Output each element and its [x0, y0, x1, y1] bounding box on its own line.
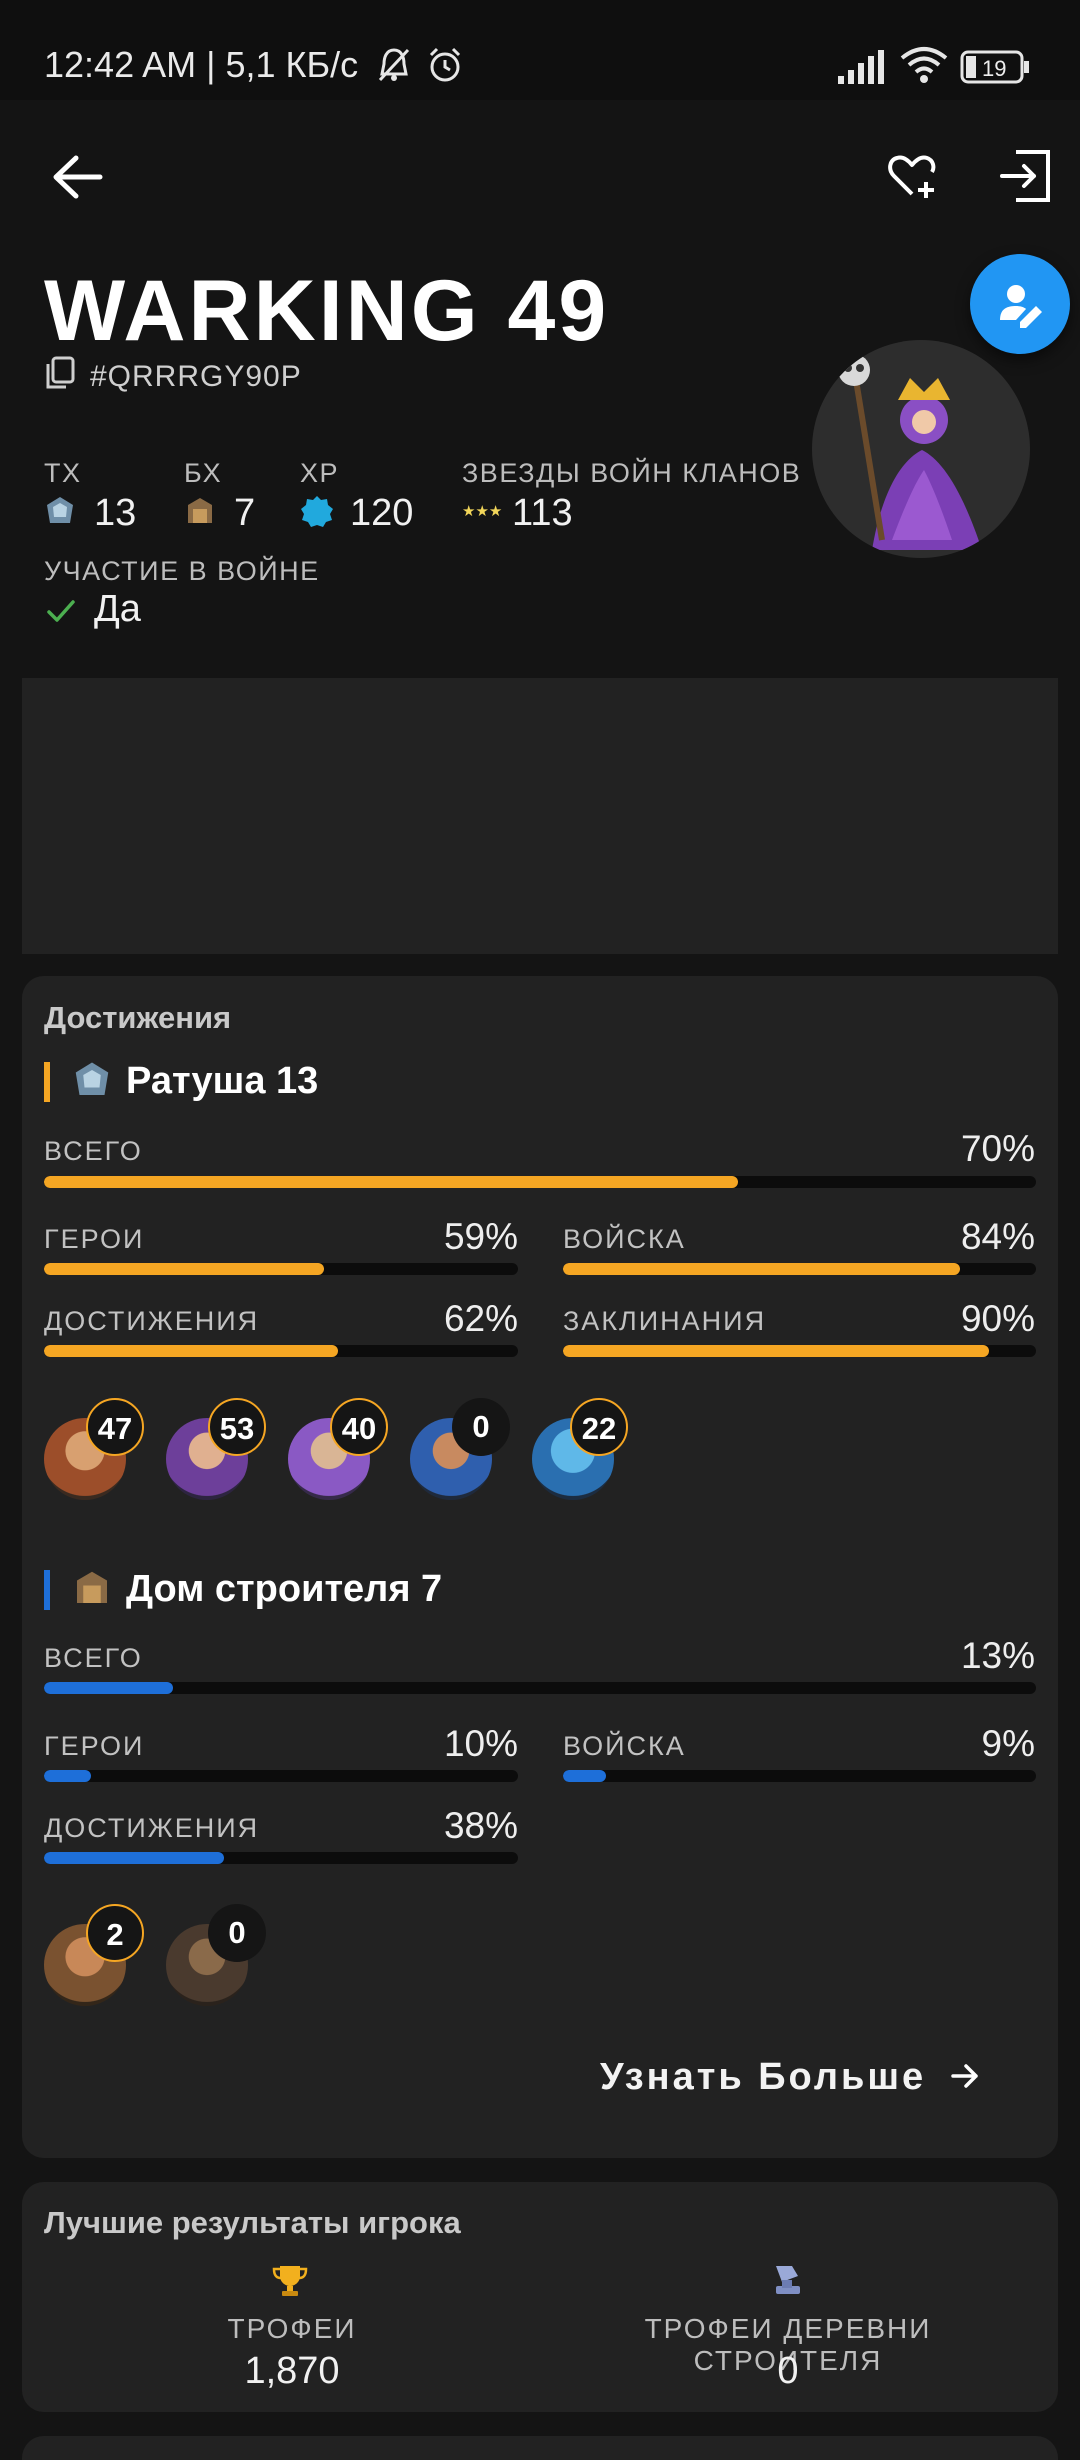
back-arrow-icon[interactable]	[50, 150, 104, 209]
edit-profile-button[interactable]	[970, 254, 1070, 354]
builder-total-percent: 13%	[960, 1635, 1035, 1676]
status-bar: 12:42 AM | 5,1 КБ/с 19	[0, 0, 1080, 100]
player-tag: #QRRRGY90P	[90, 360, 302, 393]
home-section-title: Ратуша 13	[126, 1060, 319, 1102]
builder-total-track	[44, 1682, 1036, 1694]
edit-person-icon	[1000, 285, 1042, 328]
stat-label-bh: БХ	[184, 458, 223, 488]
xp-badge-icon	[300, 495, 333, 527]
home-heroes-fill	[44, 1263, 324, 1275]
builder-achievements-fill	[44, 1852, 225, 1864]
home-heroes-percent: 59%	[443, 1216, 518, 1257]
war-participation-value: Да	[94, 588, 141, 630]
builder-achievements-label: ДОСТИЖЕНИЯ	[44, 1813, 260, 1843]
hero-level-badge: 0	[208, 1904, 266, 1962]
home-spells-label: ЗАКЛИНАНИЯ	[563, 1306, 767, 1336]
home-total-label: ВСЕГО	[44, 1136, 143, 1166]
home-total-track	[44, 1176, 1036, 1188]
builder-troops-label: ВОЙСКА	[563, 1731, 686, 1761]
home-troops-fill	[563, 1263, 961, 1275]
home-troops-percent: 84%	[960, 1216, 1035, 1257]
builder-total-label: ВСЕГО	[44, 1643, 143, 1673]
learn-more-link[interactable]: Узнать Больше	[600, 2056, 980, 2101]
war-stars-icon: ★★★	[462, 500, 502, 520]
learn-more-label: Узнать Больше	[600, 2056, 927, 2098]
builder-troops-track	[563, 1770, 1036, 1782]
achievements-title: Достижения	[44, 1000, 232, 1035]
home-achievements-fill	[44, 1345, 338, 1357]
best-trophies-label: ТРОФЕИ	[227, 2313, 357, 2344]
status-time: 12:42 AM | 5,1 КБ/с	[44, 44, 359, 85]
builder-section-title: Дом строителя 7	[126, 1568, 443, 1610]
town-hall-icon	[44, 495, 74, 525]
stat-label-th: ТХ	[44, 458, 82, 488]
stat-value-xp: 120	[350, 492, 414, 534]
builder-section-accent	[44, 1570, 50, 1610]
home-achievements-label: ДОСТИЖЕНИЯ	[44, 1306, 260, 1336]
home-achievements-track	[44, 1345, 518, 1357]
signal-icon	[838, 50, 886, 89]
player-name: WARKING 49	[44, 263, 610, 359]
home-total-fill	[44, 1176, 739, 1188]
home-troops-label: ВОЙСКА	[563, 1224, 686, 1254]
heart-plus-icon[interactable]	[886, 150, 938, 207]
home-section-accent	[44, 1062, 50, 1102]
home-heroes-track	[44, 1263, 518, 1275]
hero-level-badge: 0	[452, 1398, 510, 1456]
builder-troops-percent: 9%	[981, 1723, 1035, 1764]
alarm-icon	[426, 46, 464, 89]
copy-icon[interactable]	[44, 356, 76, 398]
battery-level: 19	[982, 56, 1007, 81]
builder-hall-icon	[184, 495, 214, 525]
hero-level-badge: 47	[86, 1398, 144, 1456]
stat-value-bh: 7	[234, 492, 256, 534]
builder-heroes-fill	[44, 1770, 92, 1782]
builder-heroes-track	[44, 1770, 518, 1782]
home-total-percent: 70%	[960, 1128, 1035, 1169]
home-spells-percent: 90%	[960, 1298, 1035, 1339]
builder-heroes-percent: 10%	[443, 1723, 518, 1764]
hero-level-badge: 40	[330, 1398, 388, 1456]
home-heroes-label: ГЕРОИ	[44, 1224, 145, 1254]
home-troops-track	[563, 1263, 1036, 1275]
mute-bell-icon	[376, 46, 412, 89]
builder-achievements-track	[44, 1852, 518, 1864]
player-tag-row[interactable]: #QRRRGY90P	[44, 356, 302, 398]
home-spells-fill	[563, 1345, 989, 1357]
builder-trophy-icon	[770, 2262, 806, 2303]
builder-heroes-label: ГЕРОИ	[44, 1731, 145, 1761]
trophy-icon	[272, 2262, 308, 2303]
stat-value-th: 13	[94, 492, 137, 534]
check-icon	[46, 596, 76, 631]
hero-level-badge: 2	[86, 1904, 144, 1962]
stat-label-xp: XP	[300, 458, 340, 488]
player-avatar	[812, 340, 1030, 558]
builder-troops-fill	[563, 1770, 606, 1782]
best-builder-trophies-value: 0	[777, 2350, 799, 2392]
builder-hall-icon	[72, 1568, 112, 1613]
arrow-right-icon	[950, 2058, 980, 2101]
stat-label-war-stars: ЗВЕЗДЫ ВОЙН КЛАНОВ	[462, 458, 802, 488]
war-participation-label: УЧАСТИЕ В ВОЙНЕ	[44, 556, 320, 586]
builder-total-fill	[44, 1682, 173, 1694]
archer-queen-avatar-icon	[838, 354, 982, 550]
builder-achievements-percent: 38%	[443, 1805, 518, 1846]
hero-level-badge: 53	[208, 1398, 266, 1456]
best-trophies-value: 1,870	[244, 2350, 340, 2392]
stat-value-war-stars: 113	[512, 492, 573, 534]
hero-level-badge: 22	[570, 1398, 628, 1456]
town-hall-icon	[72, 1060, 112, 1105]
svg-text:★★★: ★★★	[462, 502, 502, 520]
logout-icon[interactable]	[998, 148, 1054, 209]
home-spells-track	[563, 1345, 1036, 1357]
best-results-title: Лучшие результаты игрока	[44, 2205, 461, 2240]
home-achievements-percent: 62%	[443, 1298, 518, 1339]
wifi-icon	[900, 46, 948, 89]
banner-placeholder	[22, 678, 1058, 954]
next-card	[22, 2436, 1058, 2460]
